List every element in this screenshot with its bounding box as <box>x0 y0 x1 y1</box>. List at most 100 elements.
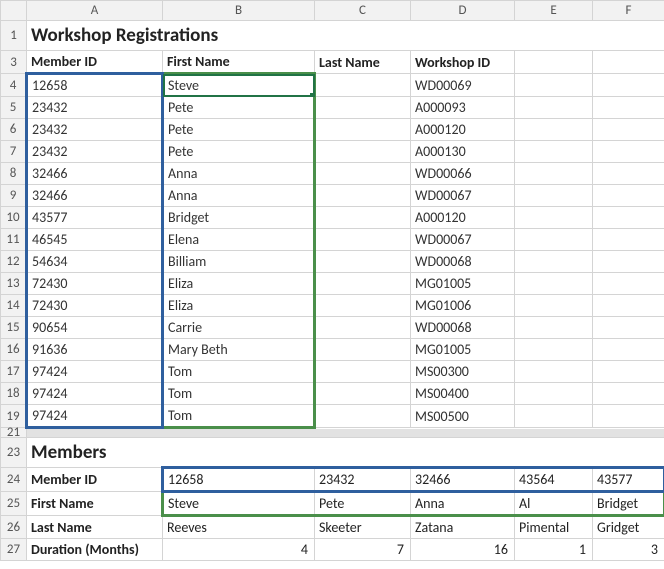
row-hdr-10[interactable]: 10 <box>1 207 27 229</box>
col-hdr-B[interactable]: B <box>163 1 315 21</box>
row-hdr-7[interactable]: 7 <box>1 141 27 163</box>
cell-C12[interactable] <box>315 251 411 273</box>
cell-D26[interactable]: Zatana <box>411 516 515 539</box>
cell-B6[interactable]: Pete <box>163 119 315 141</box>
cell-F15[interactable] <box>593 317 664 339</box>
cell-E11[interactable] <box>515 229 593 251</box>
row-hdr-16[interactable]: 16 <box>1 339 27 361</box>
cell-A6[interactable]: 23432 <box>27 119 163 141</box>
cell-A13[interactable]: 72430 <box>27 273 163 295</box>
cell-A19[interactable]: 97424 <box>27 405 163 428</box>
select-all-corner[interactable] <box>1 1 27 21</box>
col-hdr-E[interactable]: E <box>515 1 593 21</box>
row-hdr-18[interactable]: 18 <box>1 383 27 405</box>
cell-B16[interactable]: Mary Beth <box>163 339 315 361</box>
cell-E4[interactable] <box>515 74 593 97</box>
cell-E7[interactable] <box>515 141 593 163</box>
row-hdr-1[interactable]: 1 <box>1 21 27 51</box>
cell-B19[interactable]: Tom <box>163 405 315 428</box>
col-hdr-D[interactable]: D <box>411 1 515 21</box>
cell-D6[interactable]: A000120 <box>411 119 515 141</box>
cell-B24[interactable]: 12658 <box>163 468 315 492</box>
cell-E3[interactable] <box>515 51 593 74</box>
spreadsheet[interactable]: A B C D E F 1Workshop Registrations3Memb… <box>0 0 664 561</box>
column-header-row[interactable]: A B C D E F <box>1 1 664 21</box>
cell-F4[interactable] <box>593 74 664 97</box>
cell-E19[interactable] <box>515 405 593 428</box>
cell-B7[interactable]: Pete <box>163 141 315 163</box>
cell-D8[interactable]: WD00066 <box>411 163 515 185</box>
cell-B9[interactable]: Anna <box>163 185 315 207</box>
row-hdr-9[interactable]: 9 <box>1 185 27 207</box>
cell-D17[interactable]: MS00300 <box>411 361 515 383</box>
cell-E27[interactable]: 1 <box>515 539 593 561</box>
row-hdr-23[interactable]: 23 <box>1 438 27 468</box>
cell-D10[interactable]: A000120 <box>411 207 515 229</box>
row-hdr-11[interactable]: 11 <box>1 229 27 251</box>
cell-E12[interactable] <box>515 251 593 273</box>
cell-A14[interactable]: 72430 <box>27 295 163 317</box>
cell-B25[interactable]: Steve <box>163 492 315 516</box>
cell-A5[interactable]: 23432 <box>27 97 163 119</box>
cell-A8[interactable]: 32466 <box>27 163 163 185</box>
cell-D19[interactable]: MS00500 <box>411 405 515 428</box>
cell-F7[interactable] <box>593 141 664 163</box>
cell-E6[interactable] <box>515 119 593 141</box>
cell-D9[interactable]: WD00067 <box>411 185 515 207</box>
cell-D15[interactable]: WD00068 <box>411 317 515 339</box>
cell-E13[interactable] <box>515 273 593 295</box>
cell-B26[interactable]: Reeves <box>163 516 315 539</box>
cell-F14[interactable] <box>593 295 664 317</box>
cell-A18[interactable]: 97424 <box>27 383 163 405</box>
cell-C11[interactable] <box>315 229 411 251</box>
cell-D7[interactable]: A000130 <box>411 141 515 163</box>
cell-C18[interactable] <box>315 383 411 405</box>
cell-D14[interactable]: MG01006 <box>411 295 515 317</box>
cell-C4[interactable] <box>315 74 411 97</box>
cell-E9[interactable] <box>515 185 593 207</box>
cell-B15[interactable]: Carrie <box>163 317 315 339</box>
cell-B11[interactable]: Elena <box>163 229 315 251</box>
cell-F3[interactable] <box>593 51 664 74</box>
cell-D16[interactable]: MG01005 <box>411 339 515 361</box>
cell-B10[interactable]: Bridget <box>163 207 315 229</box>
cell-C24[interactable]: 23432 <box>315 468 411 492</box>
cell-D25[interactable]: Anna <box>411 492 515 516</box>
row-hdr-17[interactable]: 17 <box>1 361 27 383</box>
cell-B17[interactable]: Tom <box>163 361 315 383</box>
cell-F16[interactable] <box>593 339 664 361</box>
cell-F24[interactable]: 43577 <box>593 468 664 492</box>
cell-E15[interactable] <box>515 317 593 339</box>
row-hdr-26[interactable]: 26 <box>1 516 27 539</box>
cell-F5[interactable] <box>593 97 664 119</box>
cell-E14[interactable] <box>515 295 593 317</box>
cell-C27[interactable]: 7 <box>315 539 411 561</box>
cell-F13[interactable] <box>593 273 664 295</box>
cell-A7[interactable]: 23432 <box>27 141 163 163</box>
cell-B13[interactable]: Eliza <box>163 273 315 295</box>
cell-E10[interactable] <box>515 207 593 229</box>
cell-C6[interactable] <box>315 119 411 141</box>
cell-C10[interactable] <box>315 207 411 229</box>
cell-B27[interactable]: 4 <box>163 539 315 561</box>
cell-F6[interactable] <box>593 119 664 141</box>
cell-B8[interactable]: Anna <box>163 163 315 185</box>
cell-A17[interactable]: 97424 <box>27 361 163 383</box>
row-hdr-15[interactable]: 15 <box>1 317 27 339</box>
cell-C5[interactable] <box>315 97 411 119</box>
cell-C14[interactable] <box>315 295 411 317</box>
cell-D24[interactable]: 32466 <box>411 468 515 492</box>
cell-D27[interactable]: 16 <box>411 539 515 561</box>
cell-C19[interactable] <box>315 405 411 428</box>
cell-E24[interactable]: 43564 <box>515 468 593 492</box>
cell-F17[interactable] <box>593 361 664 383</box>
col-hdr-F[interactable]: F <box>593 1 664 21</box>
row-hdr-13[interactable]: 13 <box>1 273 27 295</box>
row-hdr-3[interactable]: 3 <box>1 51 27 74</box>
cell-A4[interactable]: 12658 <box>27 74 163 97</box>
cell-F10[interactable] <box>593 207 664 229</box>
cell-F18[interactable] <box>593 383 664 405</box>
cell-B5[interactable]: Pete <box>163 97 315 119</box>
cell-E25[interactable]: Al <box>515 492 593 516</box>
cell-A12[interactable]: 54634 <box>27 251 163 273</box>
